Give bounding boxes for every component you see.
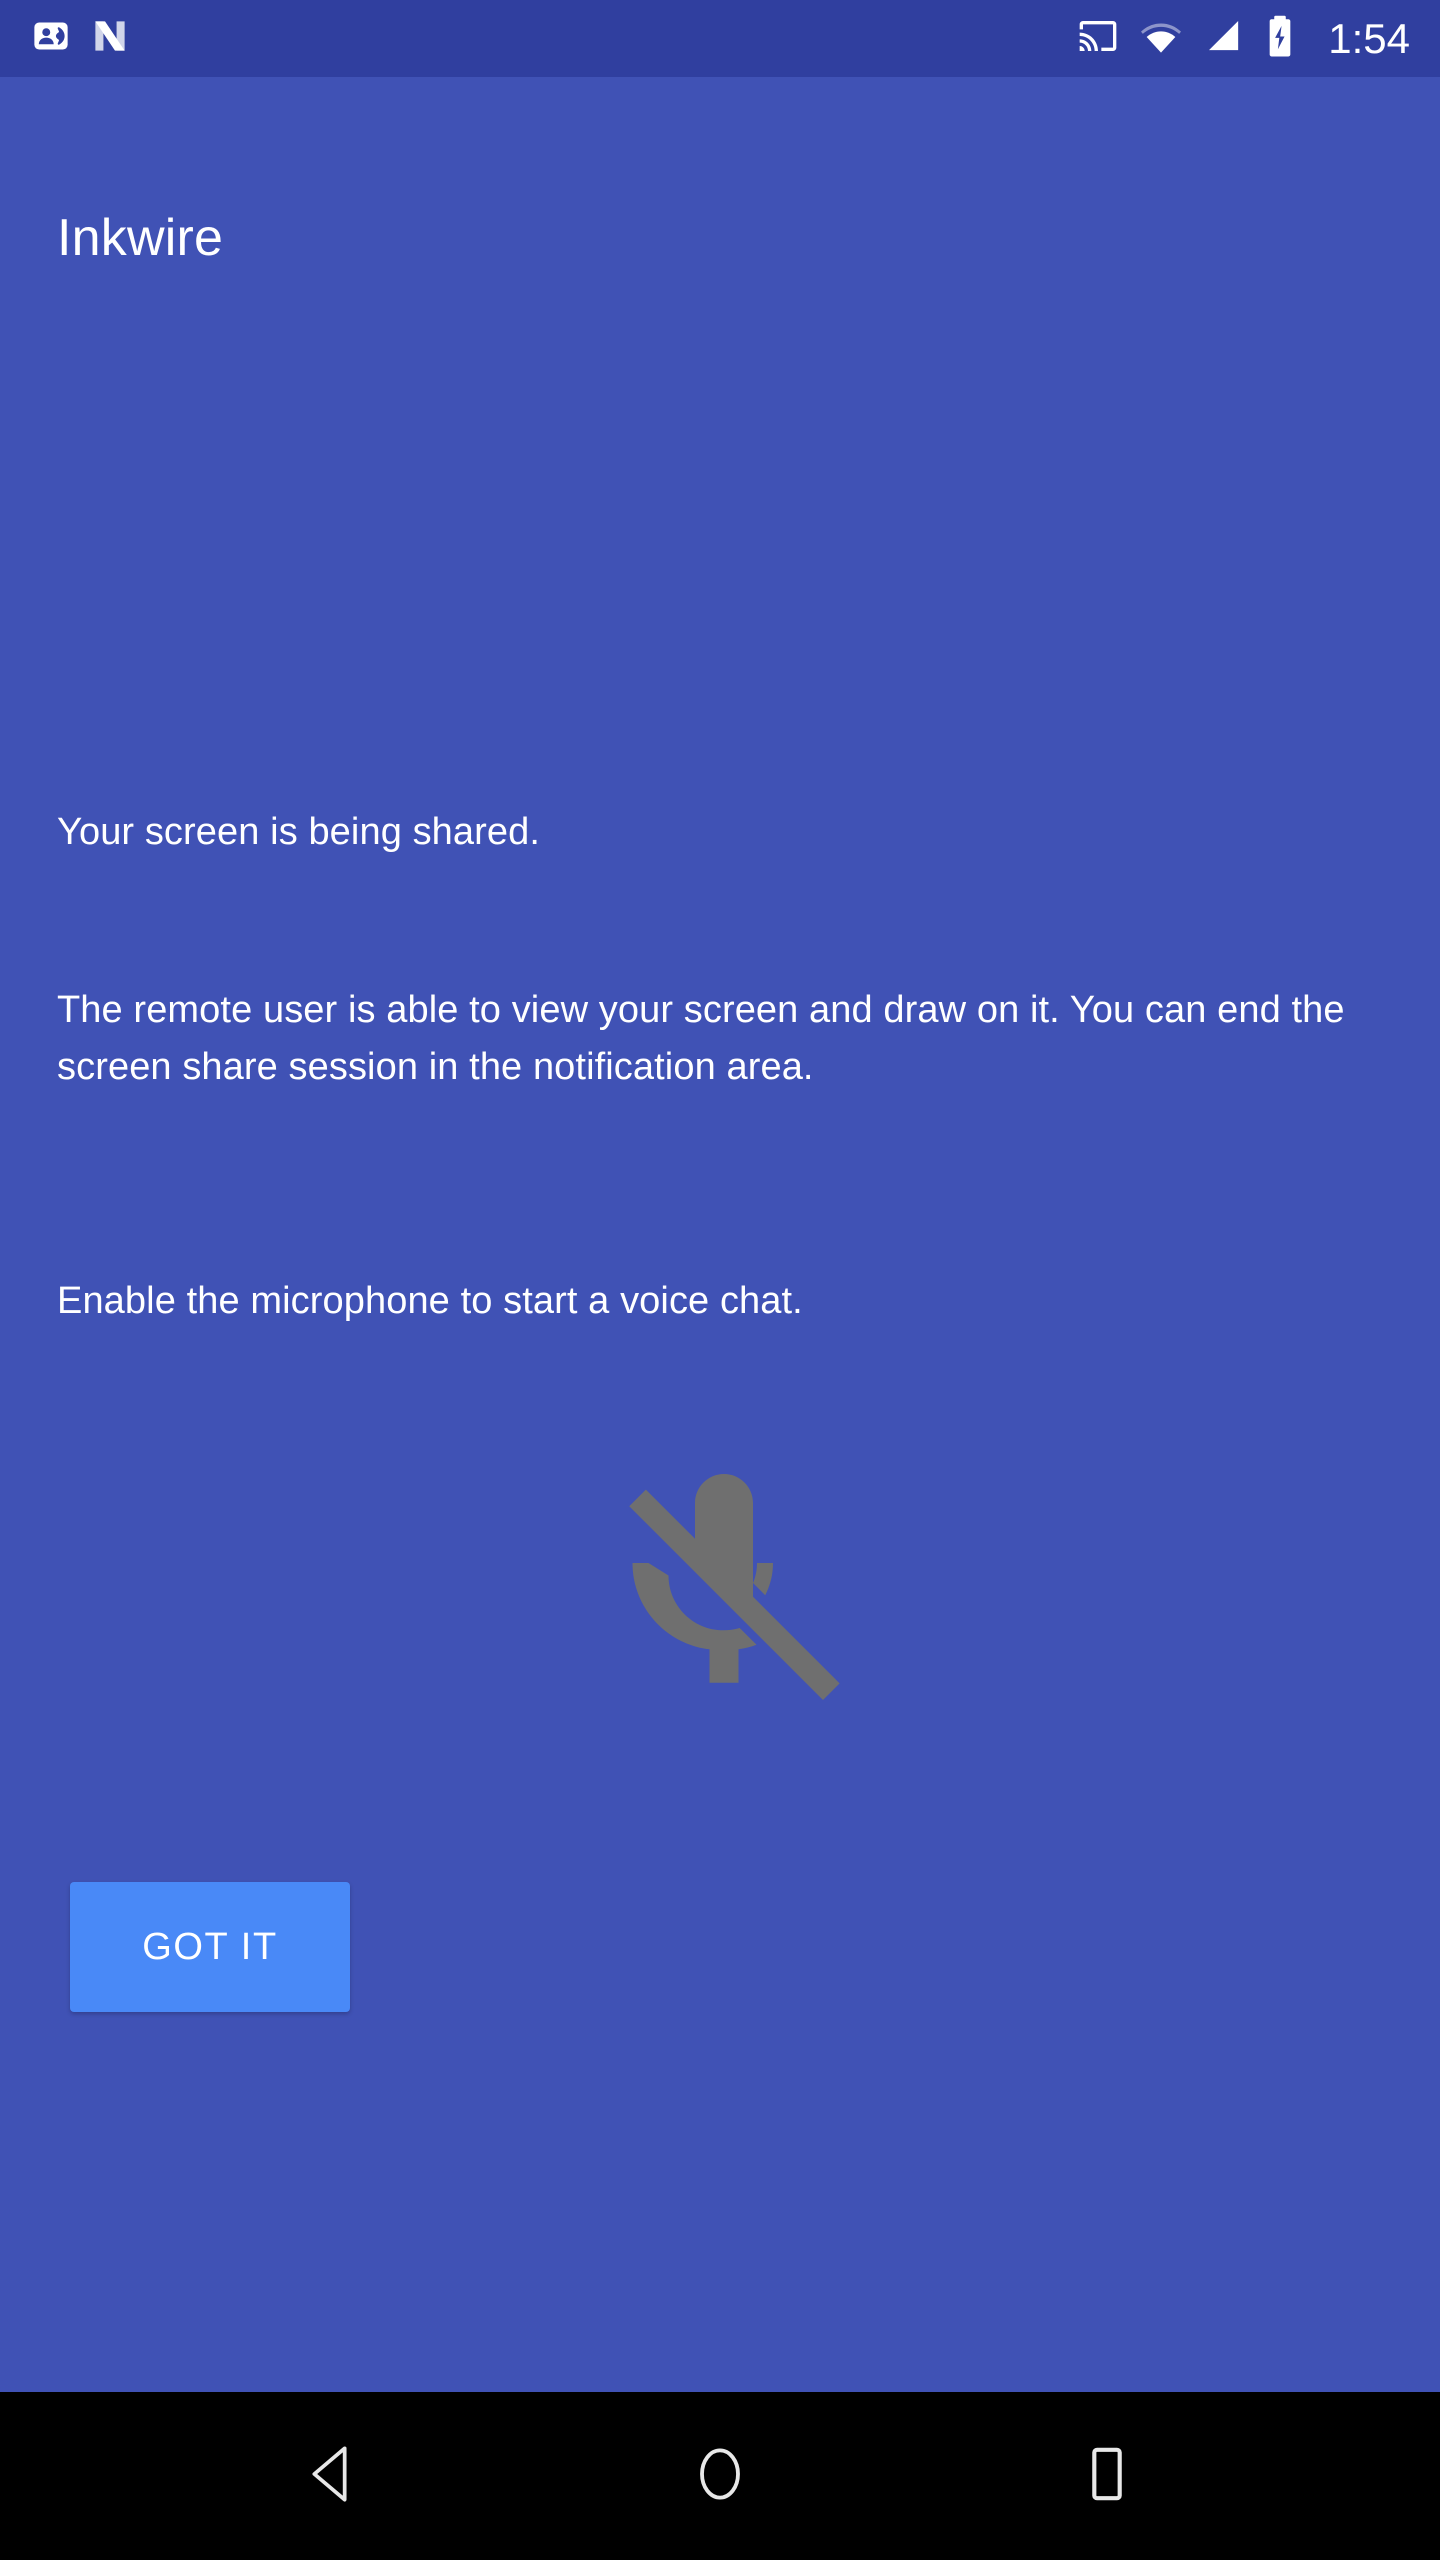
contacts-phone-icon <box>32 17 70 60</box>
share-status-text: Your screen is being shared. <box>57 811 541 853</box>
status-bar-left-icons <box>32 17 128 60</box>
mic-off-icon[interactable] <box>604 1462 844 1712</box>
main-content: Inkwire Your screen is being shared. The… <box>0 77 1440 2392</box>
got-it-button[interactable]: GOT IT <box>70 1882 350 2012</box>
android-nougat-icon <box>92 17 128 60</box>
status-bar: 1:54 <box>0 0 1440 77</box>
cellular-signal-icon <box>1204 16 1244 61</box>
phone-screen: 1:54 Inkwire Your screen is being shared… <box>0 0 1440 2560</box>
android-navigation-bar <box>0 2392 1440 2560</box>
back-triangle-icon <box>305 2443 361 2510</box>
nav-home-button[interactable] <box>650 2406 790 2546</box>
status-bar-clock: 1:54 <box>1328 14 1410 62</box>
page-title: Inkwire <box>57 209 224 267</box>
nav-recents-button[interactable] <box>1037 2406 1177 2546</box>
cast-icon <box>1078 16 1118 61</box>
home-circle-icon <box>693 2443 747 2510</box>
nav-back-button[interactable] <box>263 2406 403 2546</box>
recents-square-icon <box>1086 2444 1128 2509</box>
status-bar-right-icons: 1:54 <box>1078 15 1410 62</box>
wifi-icon <box>1140 16 1182 61</box>
share-description-text: The remote user is able to view your scr… <box>57 989 1345 1088</box>
mic-prompt-text: Enable the microphone to start a voice c… <box>57 1280 803 1322</box>
battery-charging-icon <box>1266 15 1294 62</box>
